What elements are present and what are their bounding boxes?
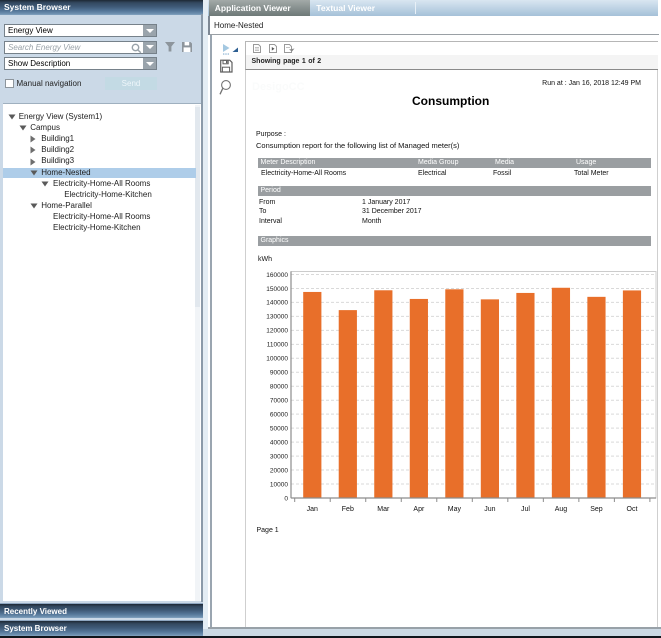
svg-text:0: 0 [284,495,288,502]
svg-text:Sep: Sep [590,506,603,513]
svg-text:150000: 150000 [266,286,288,293]
svg-text:Aug: Aug [555,506,568,513]
svg-text:140000: 140000 [266,300,288,307]
svg-text:100000: 100000 [266,356,288,363]
svg-text:Feb: Feb [342,506,354,513]
svg-text:Jan: Jan [307,506,318,513]
svg-text:50000: 50000 [270,425,288,432]
svg-text:70000: 70000 [270,398,288,405]
svg-text:Jun: Jun [484,506,495,513]
svg-text:Apr: Apr [413,506,425,513]
svg-text:120000: 120000 [266,328,288,335]
svg-text:130000: 130000 [266,314,288,321]
svg-text:20000: 20000 [270,467,288,474]
svg-text:Oct: Oct [627,506,638,513]
svg-text:40000: 40000 [270,439,288,446]
svg-text:60000: 60000 [270,411,288,418]
svg-text:110000: 110000 [267,342,289,349]
svg-text:10000: 10000 [270,481,288,488]
svg-text:May: May [448,506,462,513]
svg-text:Jul: Jul [521,506,530,513]
svg-text:80000: 80000 [270,384,288,391]
svg-text:30000: 30000 [270,453,288,460]
svg-text:90000: 90000 [270,370,288,377]
svg-text:kWh: kWh [258,256,272,263]
svg-text:160000: 160000 [266,272,288,279]
svg-text:Mar: Mar [377,506,390,513]
